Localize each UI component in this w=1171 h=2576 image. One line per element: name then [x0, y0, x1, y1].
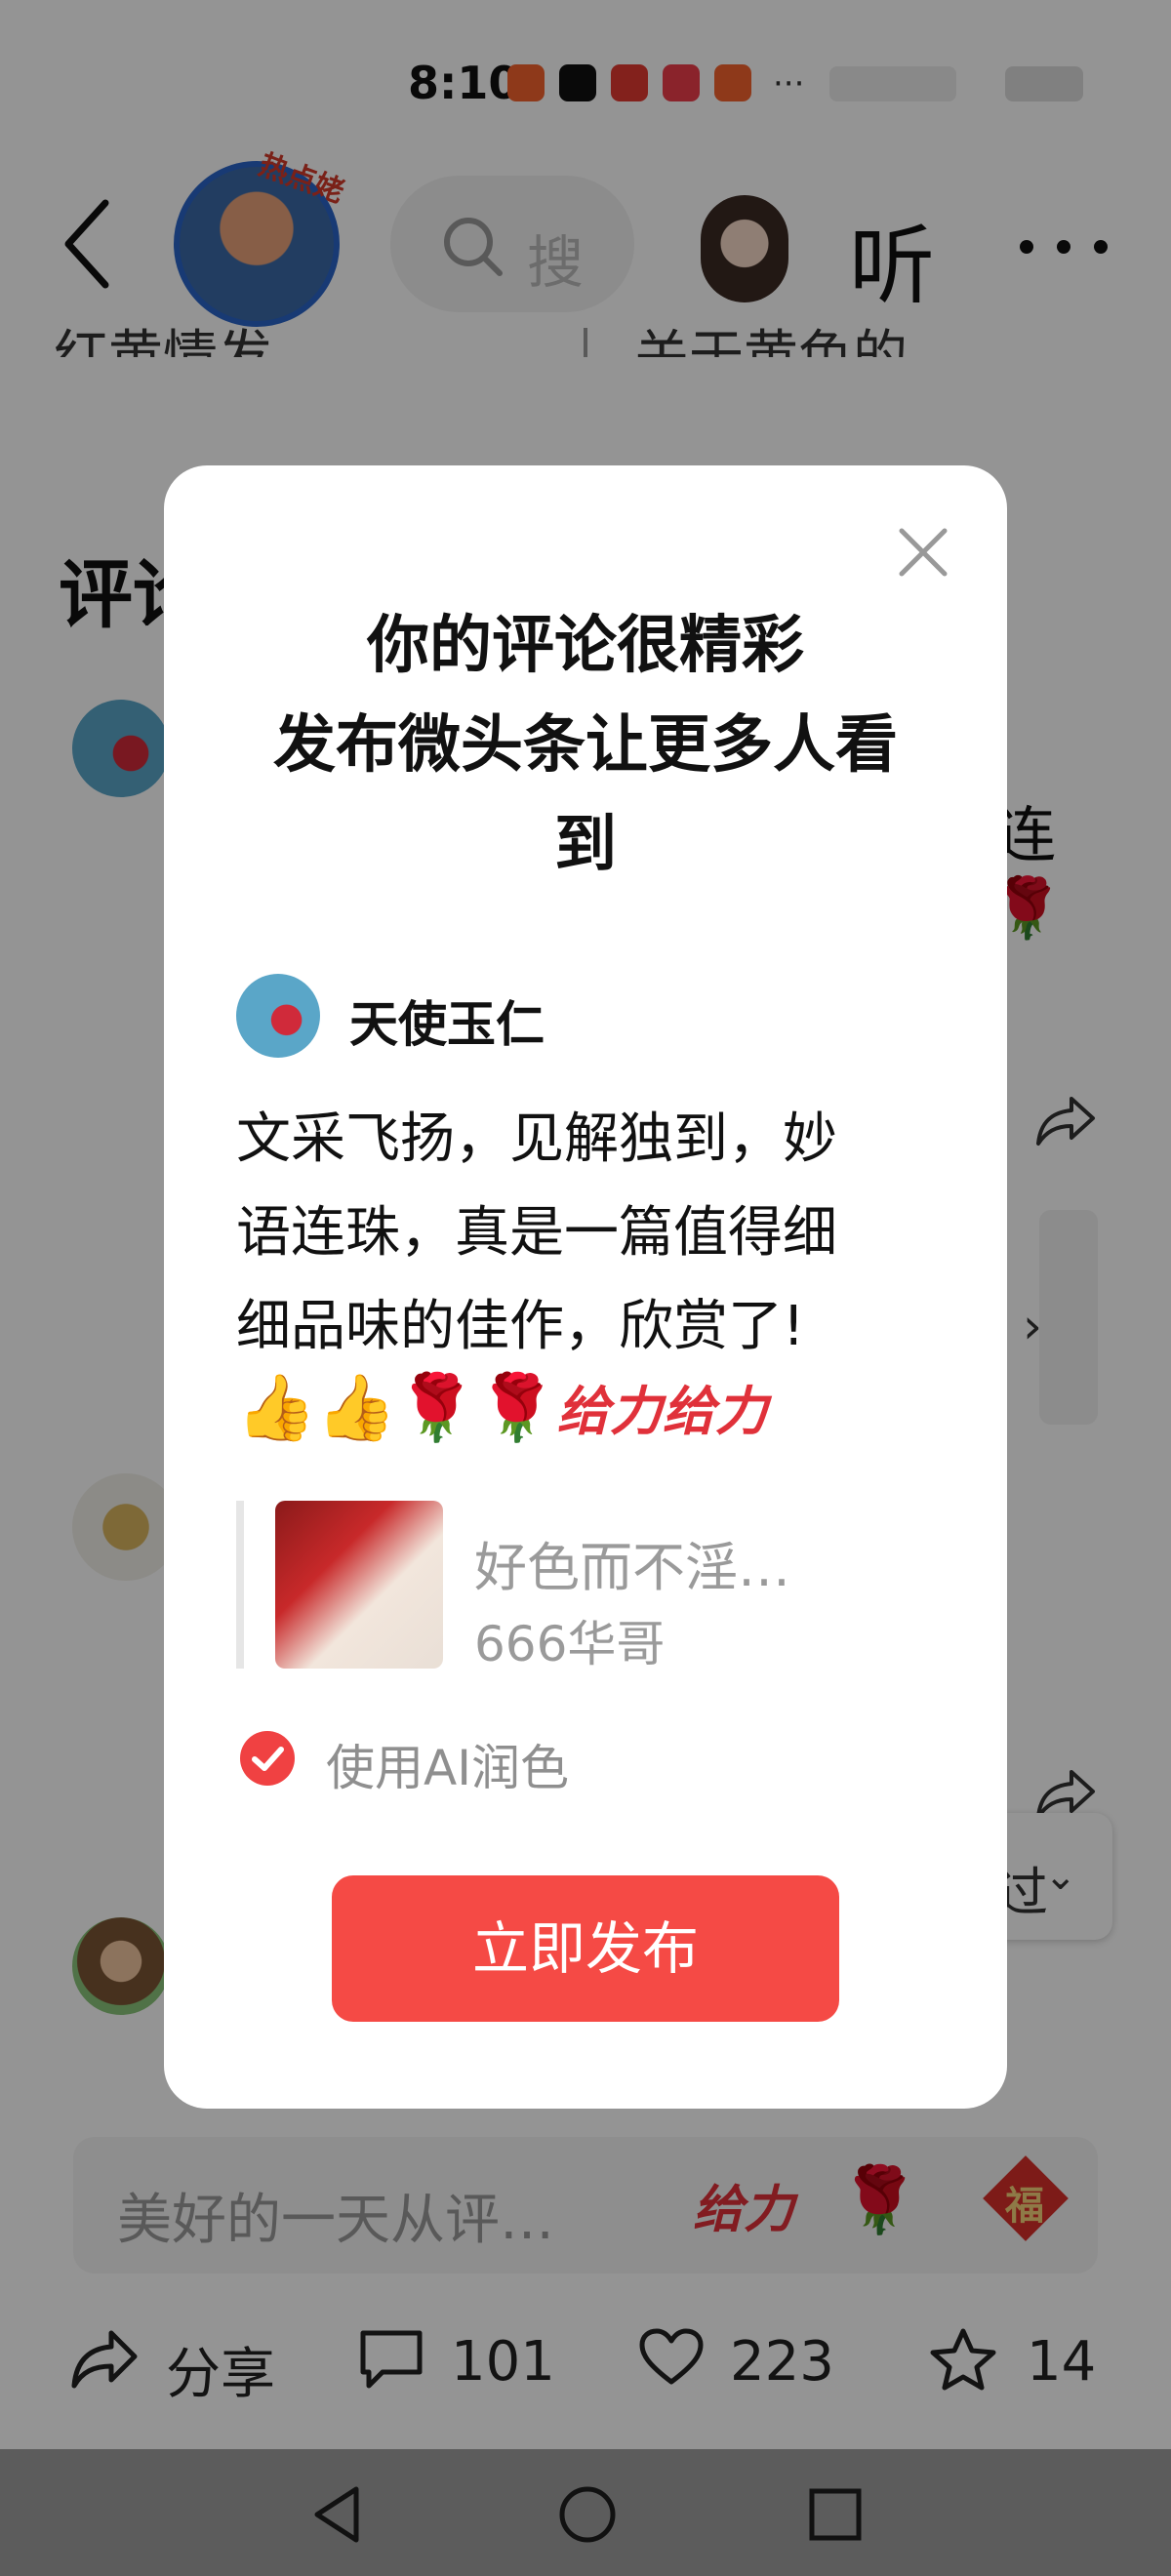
ai-polish-label[interactable]: 使用AI润色	[326, 1729, 569, 1799]
geili-sticker: 给力	[556, 1381, 663, 1442]
avatar	[236, 974, 320, 1058]
comment-text-line-1: 文采飞扬，见解独到，妙	[236, 1107, 837, 1171]
close-icon[interactable]	[896, 525, 950, 580]
article-author: 666华哥	[474, 1616, 666, 1672]
dialog-title-line-3: 到	[554, 809, 617, 881]
nav-home-icon[interactable]	[556, 2483, 619, 2546]
article-title: 好色而不淫…	[474, 1537, 790, 1598]
ai-polish-checkbox[interactable]	[240, 1731, 295, 1786]
article-thumbnail	[275, 1501, 443, 1669]
comment-text-line-2: 语连珠，真是一篇值得细	[236, 1201, 837, 1265]
emoji-row: 👍👍🌹🌹给力给力	[236, 1368, 768, 1446]
thumbs-up-emoji: 👍	[236, 1370, 317, 1445]
rose-emoji: 🌹	[476, 1370, 557, 1445]
check-icon	[252, 1747, 284, 1771]
dialog-title-line-1: 你的评论很精彩	[367, 610, 804, 682]
comment-text-line-3: 细品味的佳作，欣赏了!	[236, 1295, 805, 1358]
dialog-title-line-2: 发布微头条让更多人看	[273, 709, 898, 782]
quote-bar	[236, 1501, 244, 1669]
statusbar-scrim	[0, 0, 1171, 146]
geili-sticker: 给力	[662, 1381, 768, 1442]
username: 天使玉仁	[349, 996, 545, 1053]
publish-button[interactable]: 立即发布	[332, 1875, 839, 2022]
nav-back-icon[interactable]	[307, 2483, 366, 2546]
thumbs-up-emoji: 👍	[316, 1370, 397, 1445]
rose-emoji: 🌹	[396, 1370, 477, 1445]
nav-recents-icon[interactable]	[806, 2485, 865, 2544]
